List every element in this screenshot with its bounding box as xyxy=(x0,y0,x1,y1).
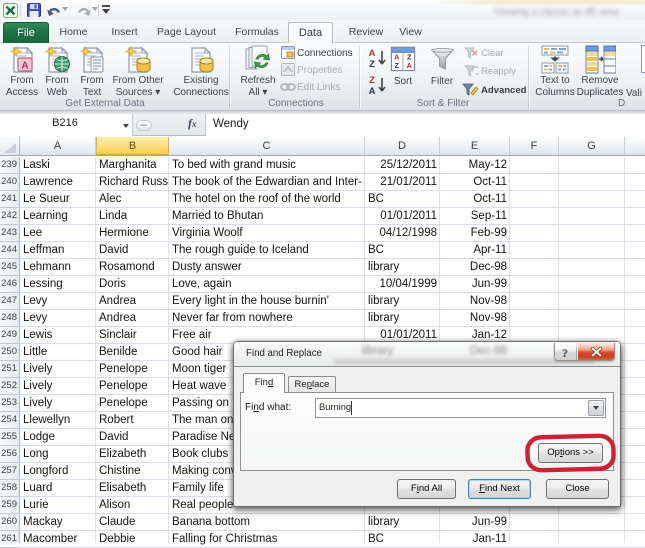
svg-text:A: A xyxy=(407,61,413,70)
svg-text:A: A xyxy=(21,61,28,72)
svg-text:Z: Z xyxy=(369,59,375,70)
svg-text:A: A xyxy=(369,48,376,59)
svg-text:A: A xyxy=(369,86,376,97)
svg-text:?: ? xyxy=(562,346,568,359)
svg-text:Z: Z xyxy=(395,61,400,70)
svg-text:A: A xyxy=(394,52,400,61)
svg-text:Z: Z xyxy=(407,52,412,61)
svg-text:Z: Z xyxy=(369,75,375,86)
